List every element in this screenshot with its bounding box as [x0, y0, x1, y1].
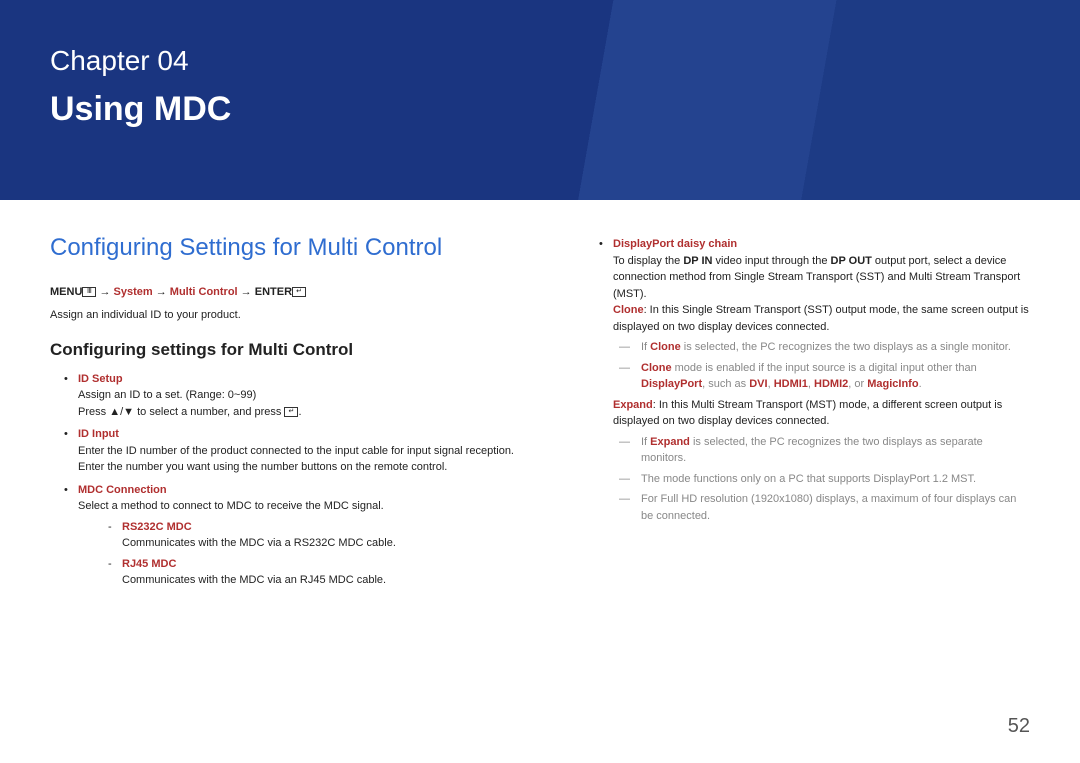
- nav-multi-control: Multi Control: [170, 286, 238, 298]
- section-heading: Configuring Settings for Multi Control: [50, 230, 540, 266]
- list-item-dp-daisy-chain: DisplayPort daisy chain To display the D…: [585, 236, 1030, 524]
- mdc-connection-label: MDC Connection: [78, 482, 540, 499]
- nav-menu-label: MENU: [50, 286, 82, 298]
- subsection-heading: Configuring settings for Multi Control: [50, 337, 540, 363]
- text-fragment: mode is enabled if the input source is a…: [672, 362, 977, 374]
- chapter-banner: Chapter 04 Using MDC: [0, 0, 1080, 200]
- dp-out-term: DP OUT: [831, 255, 872, 267]
- enter-icon: ↵: [284, 407, 298, 417]
- list-item-id-input: ID Input Enter the ID number of the prod…: [50, 426, 540, 476]
- id-input-label: ID Input: [78, 426, 540, 443]
- up-down-arrows-icon: ▲/▼: [109, 406, 134, 418]
- rs232c-desc: Communicates with the MDC via a RS232C M…: [122, 535, 540, 552]
- displayport-term: DisplayPort: [641, 378, 702, 390]
- dp-chain-label: DisplayPort daisy chain: [613, 236, 1030, 253]
- rj45-desc: Communicates with the MDC via an RJ45 MD…: [122, 572, 540, 589]
- list-item-mdc-connection: MDC Connection Select a method to connec…: [50, 482, 540, 589]
- menu-navigation-path: MENUⅢ → System → Multi Control → ENTER↵: [50, 284, 540, 301]
- clone-term: Clone: [650, 341, 681, 353]
- expand-notes: If Expand is selected, the PC recognizes…: [613, 434, 1030, 525]
- clone-term: Clone: [641, 362, 672, 374]
- id-input-line1: Enter the ID number of the product conne…: [78, 443, 540, 460]
- expand-label: Expand: [613, 399, 653, 411]
- text-fragment: .: [298, 406, 301, 418]
- settings-list: ID Setup Assign an ID to a set. (Range: …: [50, 371, 540, 589]
- mdc-sublist: RS232C MDC Communicates with the MDC via…: [78, 519, 540, 589]
- nav-enter-label: ENTER: [255, 286, 292, 298]
- text-fragment: Press: [78, 406, 109, 418]
- note-mst-support: The mode functions only on a PC that sup…: [613, 471, 1030, 488]
- chapter-label: Chapter 04: [50, 40, 1030, 82]
- settings-list-right: DisplayPort daisy chain To display the D…: [585, 236, 1030, 524]
- id-setup-line2: Press ▲/▼ to select a number, and press …: [78, 404, 540, 421]
- text-fragment: , or: [848, 378, 867, 390]
- text-fragment: To display the: [613, 255, 683, 267]
- note-expand-separate: If Expand is selected, the PC recognizes…: [613, 434, 1030, 467]
- menu-icon: Ⅲ: [82, 287, 96, 297]
- sublist-item-rj45: RJ45 MDC Communicates with the MDC via a…: [78, 556, 540, 589]
- expand-desc: : In this Multi Stream Transport (MST) m…: [613, 399, 1002, 428]
- hdmi2-term: HDMI2: [814, 378, 848, 390]
- enter-icon: ↵: [292, 287, 306, 297]
- id-input-line2: Enter the number you want using the numb…: [78, 459, 540, 476]
- dp-chain-line1: To display the DP IN video input through…: [613, 253, 1030, 303]
- id-setup-label: ID Setup: [78, 371, 540, 388]
- text-fragment: video input through the: [712, 255, 830, 267]
- list-item-id-setup: ID Setup Assign an ID to a set. (Range: …: [50, 371, 540, 421]
- right-column: DisplayPort daisy chain To display the D…: [585, 230, 1030, 595]
- expand-line: Expand: In this Multi Stream Transport (…: [613, 397, 1030, 430]
- nav-arrow: →: [153, 286, 170, 298]
- text-fragment: to select a number, and press: [134, 406, 284, 418]
- nav-system: System: [114, 286, 153, 298]
- clone-notes: If Clone is selected, the PC recognizes …: [613, 339, 1030, 393]
- text-fragment: is selected, the PC recognizes the two d…: [681, 341, 1011, 353]
- clone-desc: : In this Single Stream Transport (SST) …: [613, 304, 1029, 333]
- note-fullhd-max: For Full HD resolution (1920x1080) displ…: [613, 491, 1030, 524]
- page-body: Configuring Settings for Multi Control M…: [0, 200, 1080, 615]
- rj45-label: RJ45 MDC: [122, 556, 540, 573]
- chapter-title: Using MDC: [50, 84, 1030, 135]
- rs232c-label: RS232C MDC: [122, 519, 540, 536]
- text-fragment: is selected, the PC recognizes the two d…: [641, 436, 983, 465]
- left-column: Configuring Settings for Multi Control M…: [50, 230, 540, 595]
- text-fragment: If: [641, 341, 650, 353]
- dvi-term: DVI: [749, 378, 767, 390]
- text-fragment: , such as: [702, 378, 749, 390]
- page-number: 52: [1008, 711, 1030, 741]
- note-clone-single-monitor: If Clone is selected, the PC recognizes …: [613, 339, 1030, 356]
- nav-arrow: →: [238, 286, 255, 298]
- sublist-item-rs232c: RS232C MDC Communicates with the MDC via…: [78, 519, 540, 552]
- expand-term: Expand: [650, 436, 690, 448]
- intro-text: Assign an individual ID to your product.: [50, 307, 540, 324]
- clone-label: Clone: [613, 304, 644, 316]
- text-fragment: .: [919, 378, 922, 390]
- mdc-connection-line1: Select a method to connect to MDC to rec…: [78, 498, 540, 515]
- clone-line: Clone: In this Single Stream Transport (…: [613, 302, 1030, 335]
- note-clone-digital-input: Clone mode is enabled if the input sourc…: [613, 360, 1030, 393]
- nav-arrow: →: [96, 286, 113, 298]
- magicinfo-term: MagicInfo: [867, 378, 918, 390]
- dp-in-term: DP IN: [683, 255, 712, 267]
- id-setup-line1: Assign an ID to a set. (Range: 0~99): [78, 387, 540, 404]
- hdmi1-term: HDMI1: [774, 378, 808, 390]
- text-fragment: If: [641, 436, 650, 448]
